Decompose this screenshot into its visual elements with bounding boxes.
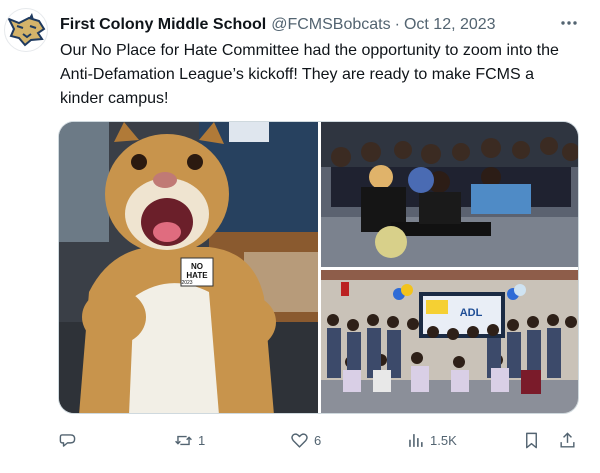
avatar[interactable] xyxy=(4,8,48,52)
views-count: 1.5K xyxy=(430,432,457,448)
like-count: 6 xyxy=(314,432,322,448)
author-handle[interactable]: @FCMSBobcats xyxy=(271,16,390,34)
bookmark-icon xyxy=(526,432,537,448)
repost-button[interactable]: 1 xyxy=(174,428,205,452)
like-icon xyxy=(291,432,308,448)
photo-group-adl[interactable]: ADL xyxy=(321,270,578,413)
photo-mascot[interactable]: NO HATE 2023 xyxy=(59,122,318,413)
separator-dot: · xyxy=(394,16,400,33)
reply-button[interactable] xyxy=(58,428,77,452)
author-display-name[interactable]: First Colony Middle School xyxy=(60,16,266,34)
more-options-button[interactable] xyxy=(558,12,580,34)
share-icon xyxy=(560,431,575,448)
badge-number: 2023 xyxy=(181,280,192,286)
screen-text: ADL xyxy=(460,307,483,319)
tweet-card[interactable]: First Colony Middle School @FCMSBobcats … xyxy=(0,0,600,473)
badge-line2: HATE xyxy=(186,271,208,280)
repost-icon xyxy=(175,435,192,445)
bookmark-button[interactable] xyxy=(522,428,541,452)
tweet-actions: 1 6 1.5K xyxy=(58,428,580,452)
views-icon xyxy=(409,433,423,447)
tweet-text: Our No Place for Hate Committee had the … xyxy=(60,42,559,107)
tweet-date[interactable]: Oct 12, 2023 xyxy=(404,16,496,34)
more-icon xyxy=(561,21,577,25)
tweet-header: First Colony Middle School @FCMSBobcats … xyxy=(60,14,580,36)
group-adl-image: ADL xyxy=(321,270,578,413)
views-button[interactable]: 1.5K xyxy=(406,428,457,452)
reply-icon xyxy=(59,433,76,447)
badge-line1: NO xyxy=(191,262,203,271)
repost-count: 1 xyxy=(198,432,206,448)
mascot-photo-image: NO HATE 2023 xyxy=(59,122,318,413)
share-button[interactable] xyxy=(558,428,577,452)
photo-students-sitting[interactable] xyxy=(321,122,578,267)
media-grid: NO HATE 2023 ADL xyxy=(58,121,579,414)
students-sitting-image xyxy=(321,122,578,267)
like-button[interactable]: 6 xyxy=(290,428,321,452)
bobcat-logo-icon xyxy=(6,13,46,47)
